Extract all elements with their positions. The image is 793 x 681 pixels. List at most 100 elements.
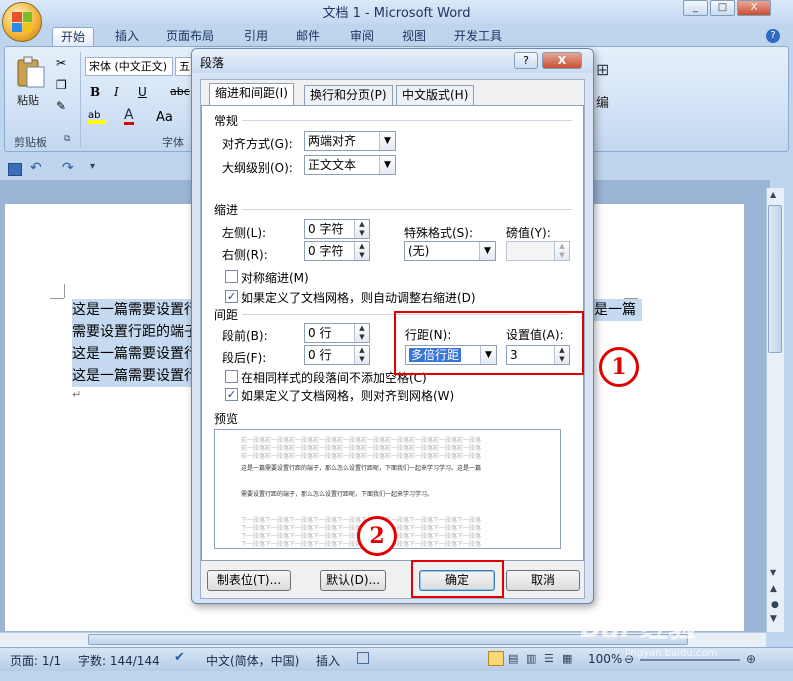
margin-marker [64, 284, 65, 298]
proofing-icon[interactable]: ✔ [174, 650, 185, 665]
section-spacing: 间距 [214, 308, 239, 322]
editing-label[interactable]: 编 [596, 92, 609, 111]
redo-icon[interactable]: ↷ [62, 160, 74, 176]
zoom-slider[interactable] [640, 659, 740, 661]
font-name-box[interactable]: 宋体 (中文正文) [85, 57, 173, 76]
special-indent-label: 特殊格式(S): [404, 226, 474, 240]
tab-references[interactable]: 引用 [236, 27, 276, 46]
dialog-launcher-icon[interactable]: ⧉ [64, 134, 70, 144]
macro-icon[interactable] [357, 652, 369, 664]
qat-dropdown-icon[interactable]: ▾ [90, 161, 95, 172]
section-preview: 预览 [214, 412, 239, 426]
tab-line-page-breaks[interactable]: 换行和分页(P) [304, 85, 393, 105]
strikethrough-button[interactable]: abc [170, 85, 190, 98]
mirror-indent-label: 对称缩进(M) [241, 271, 309, 285]
auto-adjust-indent-label: 如果定义了文档网格，则自动调整右缩进(D) [241, 291, 476, 305]
set-default-button[interactable]: 默认(D)... [320, 570, 386, 591]
auto-adjust-indent-checkbox[interactable]: ✓ [225, 290, 238, 303]
language[interactable]: 中文(简体，中国) [206, 652, 299, 669]
word-count[interactable]: 字数: 144/144 [78, 652, 160, 669]
right-indent-spinner[interactable]: 0 字符 ▲ ▼ [304, 241, 370, 261]
tab-page-layout[interactable]: 页面布局 [158, 27, 222, 46]
tabs-button[interactable]: 制表位(T)... [207, 570, 291, 591]
scroll-down-icon[interactable]: ▼ [770, 568, 776, 577]
print-layout-icon[interactable] [488, 651, 504, 666]
minimize-button[interactable]: _ [683, 0, 708, 16]
special-indent-select[interactable]: (无) ▼ [404, 241, 496, 261]
italic-button[interactable]: I [114, 85, 119, 99]
full-screen-icon[interactable]: ▤ [508, 652, 518, 665]
spin-arrows-icon[interactable]: ▲ ▼ [354, 220, 369, 238]
paste-label[interactable]: 粘贴 [17, 92, 39, 108]
draft-icon[interactable]: ▦ [562, 652, 572, 665]
change-case-button[interactable]: Aa [156, 110, 173, 125]
dialog-help-button[interactable]: ? [514, 52, 538, 69]
outline-icon[interactable]: ☰ [544, 652, 554, 665]
chevron-down-icon[interactable]: ▼ [379, 132, 395, 150]
space-before-spinner[interactable]: 0 行 ▲ ▼ [304, 323, 370, 343]
chevron-down-icon[interactable]: ▼ [379, 156, 395, 174]
tab-home[interactable]: 开始 [52, 27, 95, 46]
scroll-thumb[interactable] [768, 205, 782, 353]
space-before-value: 0 行 [308, 326, 332, 340]
annotation-box-line-spacing [394, 311, 584, 375]
copy-icon[interactable]: ❐ [56, 78, 67, 92]
tab-insert[interactable]: 插入 [107, 27, 147, 46]
doc-line[interactable]: 这是一篇需要设置行 [72, 343, 198, 365]
tab-asian-typography[interactable]: 中文版式(H) [396, 85, 475, 105]
page-count[interactable]: 页面: 1/1 [10, 652, 61, 669]
cut-icon[interactable]: ✂ [56, 56, 66, 70]
scroll-up-icon[interactable]: ▲ [770, 190, 776, 199]
tab-indents-spacing[interactable]: 缩进和间距(I) [209, 83, 294, 106]
zoom-level[interactable]: 100% [588, 652, 622, 666]
tab-developer[interactable]: 开发工具 [446, 27, 510, 46]
underline-button[interactable]: U [138, 85, 147, 99]
spin-arrows-icon[interactable]: ▲ ▼ [354, 324, 369, 342]
mirror-indent-checkbox[interactable] [225, 270, 238, 283]
font-color-icon[interactable]: A [124, 108, 134, 125]
alignment-select[interactable]: 两端对齐 ▼ [304, 131, 396, 151]
maximize-button[interactable]: □ [710, 0, 735, 16]
chevron-down-icon[interactable]: ▼ [479, 242, 495, 260]
left-indent-spinner[interactable]: 0 字符 ▲ ▼ [304, 219, 370, 239]
office-button[interactable] [2, 2, 42, 42]
insert-mode[interactable]: 插入 [316, 652, 340, 669]
web-layout-icon[interactable]: ▥ [526, 652, 536, 665]
tab-view[interactable]: 视图 [394, 27, 434, 46]
dialog-close-button[interactable]: X [542, 52, 582, 69]
margin-marker [50, 298, 64, 299]
select-browse-icon[interactable]: ● [771, 600, 779, 610]
undo-icon[interactable]: ↶ [30, 160, 42, 176]
spin-arrows-icon[interactable]: ▲ ▼ [554, 242, 569, 260]
spin-arrows-icon[interactable]: ▲ ▼ [354, 346, 369, 364]
alignment-value: 两端对齐 [308, 134, 357, 148]
next-page-icon[interactable]: ▼ [770, 614, 777, 624]
indent-by-spinner[interactable]: ▲ ▼ [506, 241, 570, 261]
paste-icon[interactable] [14, 54, 48, 90]
font-group-label: 字体 [162, 136, 184, 149]
dialog-title: 段落 [200, 56, 225, 70]
doc-line[interactable]: 需要设置行距的端子 [72, 321, 198, 343]
spin-arrows-icon[interactable]: ▲ ▼ [354, 242, 369, 260]
close-button[interactable]: X [737, 0, 771, 16]
doc-line-fragment[interactable]: 是一篇 [594, 299, 642, 321]
highlight-icon[interactable]: ab [88, 110, 106, 124]
zoom-in-icon[interactable]: ⊕ [746, 652, 756, 666]
doc-line[interactable]: 这是一篇需要设置行 [72, 299, 198, 321]
prev-page-icon[interactable]: ▲ [770, 584, 777, 594]
find-icon[interactable]: ⊞ [596, 60, 609, 79]
cancel-button[interactable]: 取消 [506, 570, 580, 591]
help-icon[interactable]: ? [766, 29, 780, 43]
tab-mailings[interactable]: 邮件 [288, 27, 328, 46]
space-after-spinner[interactable]: 0 行 ▲ ▼ [304, 345, 370, 365]
no-space-same-style-checkbox[interactable] [225, 370, 238, 383]
format-painter-icon[interactable]: ✎ [56, 99, 66, 113]
bold-button[interactable]: B [90, 85, 100, 99]
save-icon[interactable] [8, 163, 22, 176]
watermark-logo: Bai 经验 [580, 611, 696, 644]
outline-level-select[interactable]: 正文文本 ▼ [304, 155, 396, 175]
doc-line[interactable]: 这是一篇需要设置行 [72, 365, 198, 387]
snap-to-grid-checkbox[interactable]: ✓ [225, 388, 238, 401]
tab-review[interactable]: 审阅 [342, 27, 382, 46]
annotation-marker: 1 [599, 347, 639, 387]
